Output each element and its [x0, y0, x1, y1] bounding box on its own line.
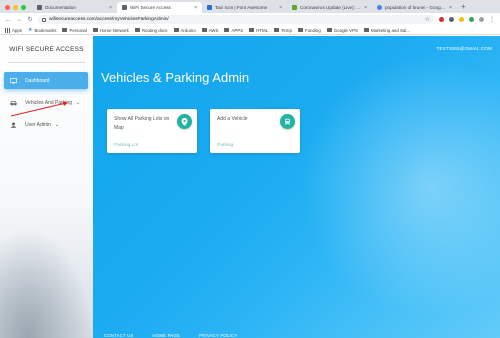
bookmark-folder[interactable]: Temp — [274, 28, 292, 33]
star-icon: ★ — [28, 27, 33, 33]
tab-close-icon[interactable]: × — [364, 5, 367, 11]
sidebar-item-dashboard[interactable]: Dashboard — [4, 72, 88, 89]
privacy-policy-link[interactable]: PRIVACY POLICY — [199, 333, 237, 338]
main-content: TEST3065@GMAIL.COM Vehicles & Parking Ad… — [93, 36, 500, 338]
bookmark-folder[interactable]: HTML — [249, 28, 268, 33]
folder-icon — [224, 28, 230, 32]
folder-icon — [201, 28, 207, 32]
monitor-icon — [10, 77, 17, 83]
tab-title: population of brunei - Google S... — [385, 5, 447, 10]
extension-icon[interactable] — [449, 17, 454, 22]
bookmark-folder[interactable]: AWS — [201, 28, 218, 33]
car-icon — [280, 114, 295, 129]
divider — [8, 62, 85, 63]
window-controls — [0, 5, 32, 13]
car-icon — [10, 100, 17, 106]
folder-icon — [173, 28, 179, 32]
bookmark-folder[interactable]: Home Network — [92, 28, 129, 33]
chevron-down-icon: ⌄ — [75, 99, 81, 106]
bookmark-folder[interactable]: Funding — [297, 28, 321, 33]
browser-tab[interactable]: Taxi Icon | Font Awesome × — [202, 2, 287, 13]
tab-favicon — [122, 5, 127, 10]
bookmarks-bar: Apps ★ Bookmarks Personal Home Network Ro… — [0, 26, 500, 35]
url-text[interactable]: wifisecureaccess.com/access/myVehiclesPa… — [49, 17, 169, 22]
extension-icon[interactable] — [469, 17, 474, 22]
zoom-window-button[interactable] — [21, 5, 26, 10]
brand-title: WIFI SECURE ACCESS — [9, 46, 84, 53]
bookmark-star-icon[interactable]: ☆ — [425, 16, 430, 23]
forward-button[interactable]: → — [16, 17, 22, 23]
profile-avatar[interactable] — [479, 17, 484, 22]
folder-icon — [274, 28, 280, 32]
tab-favicon — [292, 5, 297, 10]
tab-title: Taxi Icon | Font Awesome — [215, 5, 268, 10]
tab-favicon — [37, 5, 42, 10]
browser-tab-active[interactable]: WiFi Secure Access × — [117, 2, 202, 13]
bookmark-folder[interactable]: APPS — [224, 28, 243, 33]
extension-icon[interactable] — [439, 17, 444, 22]
sidebar-background-image — [0, 228, 93, 338]
tab-title: WiFi Secure Access — [130, 5, 171, 10]
bookmark-folder[interactable]: Marketing and Sal... — [363, 28, 410, 33]
minimize-window-button[interactable] — [13, 5, 18, 10]
folder-icon — [92, 28, 98, 32]
tab-close-icon[interactable]: × — [194, 5, 197, 11]
reload-button[interactable]: ↻ — [27, 16, 33, 23]
footer: CONTACT US HOME PAGE PRIVACY POLICY — [104, 333, 237, 338]
page-title: Vehicles & Parking Admin — [101, 70, 250, 85]
apps-grid-icon — [5, 27, 10, 33]
bookmark-apps[interactable]: Apps — [5, 27, 22, 33]
parking-link[interactable]: Parking — [217, 143, 233, 148]
sidebar-item-label: Dashboard — [25, 77, 50, 84]
sidebar-item-user-admin[interactable]: User Admin ⌄ — [4, 116, 88, 133]
browser-menu-icon[interactable]: ⋮ — [489, 16, 495, 23]
folder-icon — [62, 28, 68, 32]
tab-close-icon[interactable]: × — [279, 5, 282, 11]
bookmark-bookmarks[interactable]: ★ Bookmarks — [28, 27, 56, 33]
bookmark-folder[interactable]: Personal — [62, 28, 87, 33]
chevron-down-icon: ⌄ — [54, 121, 60, 128]
parking-lot-link[interactable]: Parking Lot — [114, 143, 138, 148]
browser-tab-strip: Documentation × WiFi Secure Access × Tax… — [0, 0, 500, 13]
lock-icon — [42, 17, 46, 22]
card-title: Add a Vehicle — [217, 116, 248, 122]
browser-tab[interactable]: Documentation × — [32, 2, 117, 13]
sidebar: WIFI SECURE ACCESS Dashboard Vehicles An… — [0, 36, 93, 338]
folder-icon — [363, 28, 369, 32]
tab-close-icon[interactable]: × — [449, 5, 452, 11]
google-favicon — [377, 5, 382, 10]
sidebar-item-label: User Admin — [25, 121, 51, 128]
folder-icon — [134, 28, 140, 32]
card-title: Show All Parking Lots on Map — [114, 116, 170, 131]
folder-icon — [326, 28, 332, 32]
browser-tab[interactable]: population of brunei - Google S... × — [372, 2, 457, 13]
close-window-button[interactable] — [5, 5, 10, 10]
tab-title: Coronavirus Update (Live): 1,6... — [300, 5, 362, 10]
tab-title: Documentation — [45, 5, 76, 10]
folder-icon — [249, 28, 255, 32]
back-button[interactable]: ← — [5, 17, 11, 23]
contact-us-link[interactable]: CONTACT US — [104, 333, 134, 338]
user-email[interactable]: TEST3065@GMAIL.COM — [437, 46, 492, 51]
browser-toolbar: ← → ↻ wifisecureaccess.com/access/myVehi… — [0, 13, 500, 26]
browser-tab[interactable]: Coronavirus Update (Live): 1,6... × — [287, 2, 372, 13]
bookmark-folder[interactable]: Routing docs — [134, 28, 168, 33]
address-bar[interactable]: wifisecureaccess.com/access/myVehiclesPa… — [38, 15, 434, 24]
bookmark-folder[interactable]: Google VPS — [326, 28, 358, 33]
sidebar-item-vehicles-and-parking[interactable]: Vehicles And Parking ⌄ — [4, 94, 88, 111]
tab-close-icon[interactable]: × — [109, 5, 112, 11]
sidebar-item-label: Vehicles And Parking — [25, 99, 72, 106]
new-tab-button[interactable]: + — [457, 1, 470, 13]
folder-icon — [297, 28, 303, 32]
tab-favicon — [207, 5, 212, 10]
card-add-vehicle[interactable]: Add a Vehicle Parking — [210, 109, 300, 153]
user-icon — [10, 122, 17, 128]
card-parking-lots[interactable]: Show All Parking Lots on Map Parking Lot — [107, 109, 197, 153]
map-marker-icon — [177, 114, 192, 129]
extension-icon[interactable] — [459, 17, 464, 22]
bookmark-folder[interactable]: Arduino — [173, 28, 196, 33]
home-page-link[interactable]: HOME PAGE — [153, 333, 181, 338]
